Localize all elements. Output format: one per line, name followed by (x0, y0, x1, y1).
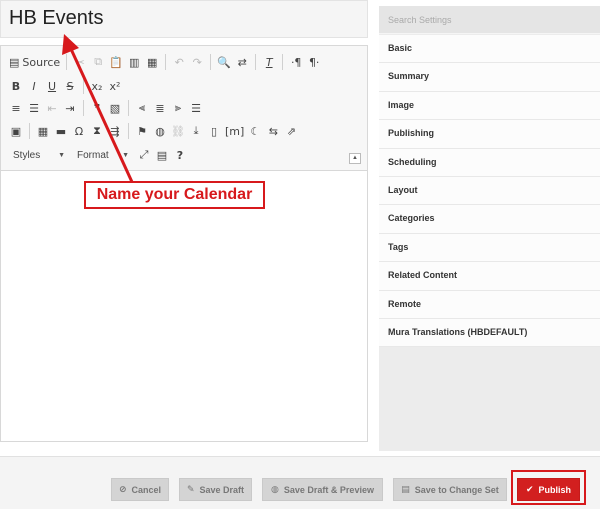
find-icon[interactable]: 🔍 (215, 52, 233, 72)
rich-text-editor[interactable]: ▤ Source ✂ ⧉ 📋 ▥ ▦ ↶ ↷ 🔍 ⇄ T ·¶ ¶· B I U (0, 45, 368, 442)
save-change-set-button[interactable]: ▤ Save to Change Set (393, 478, 507, 501)
paste-text-icon[interactable]: ▥ (125, 52, 143, 72)
format-dropdown[interactable]: Format ▼ (71, 146, 135, 164)
cut-icon[interactable]: ✂ (71, 52, 89, 72)
ltr-icon[interactable]: ·¶ (287, 52, 305, 72)
settings-item-summary[interactable]: Summary (379, 63, 600, 92)
download-icon[interactable]: ⤓ (187, 121, 205, 141)
toolbar-row-1: ▤ Source ✂ ⧉ 📋 ▥ ▦ ↶ ↷ 🔍 ⇄ T ·¶ ¶· (7, 51, 323, 73)
page-break-icon[interactable]: ⧗ (88, 121, 106, 141)
settings-item-basic[interactable]: Basic (379, 35, 600, 64)
link-globe-icon[interactable]: ◍ (151, 121, 169, 141)
source-button[interactable]: ▤ Source (7, 52, 62, 72)
anchor-flag-icon[interactable]: ⚑ (133, 121, 151, 141)
show-blocks-icon[interactable]: ▤ (153, 145, 171, 165)
settings-item-layout[interactable]: Layout (379, 176, 600, 206)
unlink-icon[interactable]: ⛓ (169, 121, 187, 141)
list-icon: ▤ (401, 484, 410, 495)
cancel-button[interactable]: ⊘ Cancel (111, 478, 169, 501)
toolbar-row-4: ▣ ▦ ▬ Ω ⧗ ⇶ ⚑ ◍ ⛓ ⤓ ▯ [m] ☾ ⇆ ⇗ (7, 120, 300, 142)
redo-icon[interactable]: ↷ (188, 52, 206, 72)
remove-format-icon[interactable]: T (260, 52, 278, 72)
save-draft-preview-button[interactable]: ◍ Save Draft & Preview (262, 478, 383, 501)
paste-icon[interactable]: 📋 (107, 52, 125, 72)
mura-tag-icon[interactable]: [m] (223, 121, 246, 141)
align-right-icon[interactable]: ⫸ (169, 98, 187, 118)
editor-toolbar: ▤ Source ✂ ⧉ 📋 ▥ ▦ ↶ ↷ 🔍 ⇄ T ·¶ ¶· B I U (1, 46, 367, 171)
settings-item-mura-translations[interactable]: Mura Translations (HBDEFAULT) (379, 318, 600, 348)
strikethrough-icon[interactable]: S (61, 76, 79, 96)
replace-icon[interactable]: ⇄ (233, 52, 251, 72)
iframe-icon[interactable]: ⇶ (106, 121, 124, 141)
align-center-icon[interactable]: ≣ (151, 98, 169, 118)
settings-item-related-content[interactable]: Related Content (379, 262, 600, 291)
toolbar-row-5: Styles ▼ Format ▼ ⤢ ▤ ? (7, 144, 189, 166)
paste-word-icon[interactable]: ▦ (143, 52, 161, 72)
italic-icon[interactable]: I (25, 76, 43, 96)
toolbar-row-2: B I U S x₂ x² (7, 75, 124, 97)
align-justify-icon[interactable]: ☰ (187, 98, 205, 118)
special-char-icon[interactable]: Ω (70, 121, 88, 141)
chevron-down-icon: ▼ (58, 151, 65, 159)
embed-icon[interactable]: ⇆ (264, 121, 282, 141)
document-icon[interactable]: ▯ (205, 121, 223, 141)
settings-item-categories[interactable]: Categories (379, 205, 600, 234)
title-input-value[interactable]: HB Events (9, 7, 103, 30)
table-icon[interactable]: ▦ (34, 121, 52, 141)
save-draft-button[interactable]: ✎ Save Draft (179, 478, 252, 501)
moon-icon[interactable]: ☾ (246, 121, 264, 141)
share-icon[interactable]: ⇗ (282, 121, 300, 141)
settings-search-input[interactable]: Search Settings (379, 6, 600, 34)
settings-item-publishing[interactable]: Publishing (379, 120, 600, 149)
create-div-icon[interactable]: ▧ (106, 98, 124, 118)
settings-item-remote[interactable]: Remote (379, 290, 600, 319)
rtl-icon[interactable]: ¶· (305, 52, 323, 72)
settings-item-scheduling[interactable]: Scheduling (379, 148, 600, 177)
image-icon[interactable]: ▣ (7, 121, 25, 141)
align-left-icon[interactable]: ⫷ (133, 98, 151, 118)
settings-list: Basic Summary Image Publishing Schedulin… (379, 35, 600, 348)
copy-icon[interactable]: ⧉ (89, 52, 107, 72)
undo-icon[interactable]: ↶ (170, 52, 188, 72)
publish-highlight-outline (511, 470, 586, 505)
settings-item-image[interactable]: Image (379, 91, 600, 121)
bold-icon[interactable]: B (7, 76, 25, 96)
maximize-icon[interactable]: ⤢ (135, 145, 153, 165)
title-field[interactable]: HB Events (0, 0, 368, 38)
settings-panel: Search Settings Basic Summary Image Publ… (379, 6, 600, 451)
settings-item-tags[interactable]: Tags (379, 233, 600, 263)
help-icon[interactable]: ? (171, 145, 189, 165)
superscript-icon[interactable]: x² (106, 76, 124, 96)
globe-icon: ◍ (271, 484, 279, 495)
action-bar: ⊘ Cancel ✎ Save Draft ◍ Save Draft & Pre… (0, 456, 600, 509)
chevron-down-icon: ▼ (122, 151, 129, 159)
source-icon: ▤ (9, 55, 20, 69)
numbered-list-icon[interactable]: ≡ (7, 98, 25, 118)
edit-icon: ✎ (186, 484, 195, 495)
collapse-toolbar-button[interactable]: ▲ (349, 153, 361, 164)
indent-icon[interactable]: ⇥ (61, 98, 79, 118)
toolbar-row-3: ≡ ☰ ⇤ ⇥ ❞ ▧ ⫷ ≣ ⫸ ☰ (7, 97, 205, 119)
bulleted-list-icon[interactable]: ☰ (25, 98, 43, 118)
subscript-icon[interactable]: x₂ (88, 76, 106, 96)
horizontal-line-icon[interactable]: ▬ (52, 121, 70, 141)
underline-icon[interactable]: U (43, 76, 61, 96)
annotation-callout: Name your Calendar (84, 181, 265, 209)
ban-icon: ⊘ (118, 484, 127, 495)
blockquote-icon[interactable]: ❞ (88, 98, 106, 118)
styles-dropdown[interactable]: Styles ▼ (7, 146, 71, 164)
outdent-icon[interactable]: ⇤ (43, 98, 61, 118)
